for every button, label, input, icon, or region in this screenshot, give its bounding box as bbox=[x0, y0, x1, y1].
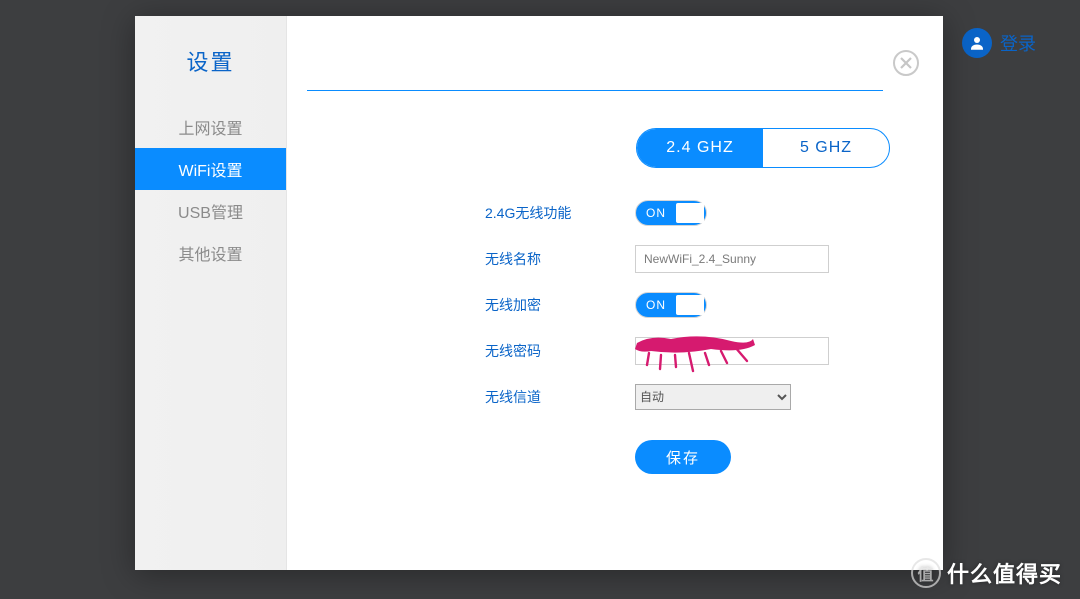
settings-modal: 设置 上网设置WiFi设置USB管理其他设置 2.4 GHZ5 GHZ 2.4G… bbox=[135, 16, 943, 570]
toggle-knob bbox=[676, 203, 704, 223]
login-link[interactable]: 登录 bbox=[962, 28, 1036, 58]
sidebar-item-0[interactable]: 上网设置 bbox=[135, 106, 286, 148]
row-wifi-enable: 2.4G无线功能 ON bbox=[485, 190, 905, 236]
toggle-knob bbox=[676, 295, 704, 315]
save-button-label: 保存 bbox=[666, 447, 700, 468]
ssid-input[interactable] bbox=[635, 245, 829, 273]
login-text: 登录 bbox=[1000, 30, 1036, 56]
label-password: 无线密码 bbox=[485, 341, 635, 361]
toggle-encrypt-text: ON bbox=[646, 293, 666, 317]
label-ssid: 无线名称 bbox=[485, 249, 635, 269]
sidebar: 设置 上网设置WiFi设置USB管理其他设置 bbox=[135, 16, 287, 570]
band-tab-1[interactable]: 5 GHZ bbox=[763, 129, 889, 167]
sidebar-item-2[interactable]: USB管理 bbox=[135, 190, 286, 232]
band-tab-0[interactable]: 2.4 GHZ bbox=[637, 129, 763, 167]
sidebar-item-1[interactable]: WiFi设置 bbox=[135, 148, 286, 190]
label-encrypt: 无线加密 bbox=[485, 295, 635, 315]
password-input[interactable] bbox=[635, 337, 829, 365]
main-panel: 2.4 GHZ5 GHZ 2.4G无线功能 ON 无线名称 无线加密 bbox=[287, 16, 943, 570]
channel-select[interactable]: 自动 bbox=[635, 384, 791, 410]
watermark-text: 什么值得买 bbox=[947, 557, 1062, 589]
band-tabs: 2.4 GHZ5 GHZ bbox=[636, 128, 890, 168]
toggle-wifi-enable-text: ON bbox=[646, 201, 666, 225]
sidebar-item-3[interactable]: 其他设置 bbox=[135, 232, 286, 274]
watermark-seal-icon: 值 bbox=[911, 558, 941, 588]
save-button[interactable]: 保存 bbox=[635, 440, 731, 474]
toggle-encrypt[interactable]: ON bbox=[635, 292, 707, 318]
row-ssid: 无线名称 bbox=[485, 236, 905, 282]
watermark: 值 什么值得买 bbox=[911, 557, 1062, 589]
wifi-form: 2.4G无线功能 ON 无线名称 无线加密 ON bbox=[485, 190, 905, 474]
row-channel: 无线信道 自动 bbox=[485, 374, 905, 420]
row-password: 无线密码 bbox=[485, 328, 905, 374]
sidebar-title: 设置 bbox=[135, 16, 286, 106]
toggle-wifi-enable[interactable]: ON bbox=[635, 200, 707, 226]
row-encrypt: 无线加密 ON bbox=[485, 282, 905, 328]
label-channel: 无线信道 bbox=[485, 387, 635, 407]
label-wifi-enable: 2.4G无线功能 bbox=[485, 203, 635, 223]
header-divider bbox=[307, 90, 883, 91]
avatar-icon bbox=[962, 28, 992, 58]
